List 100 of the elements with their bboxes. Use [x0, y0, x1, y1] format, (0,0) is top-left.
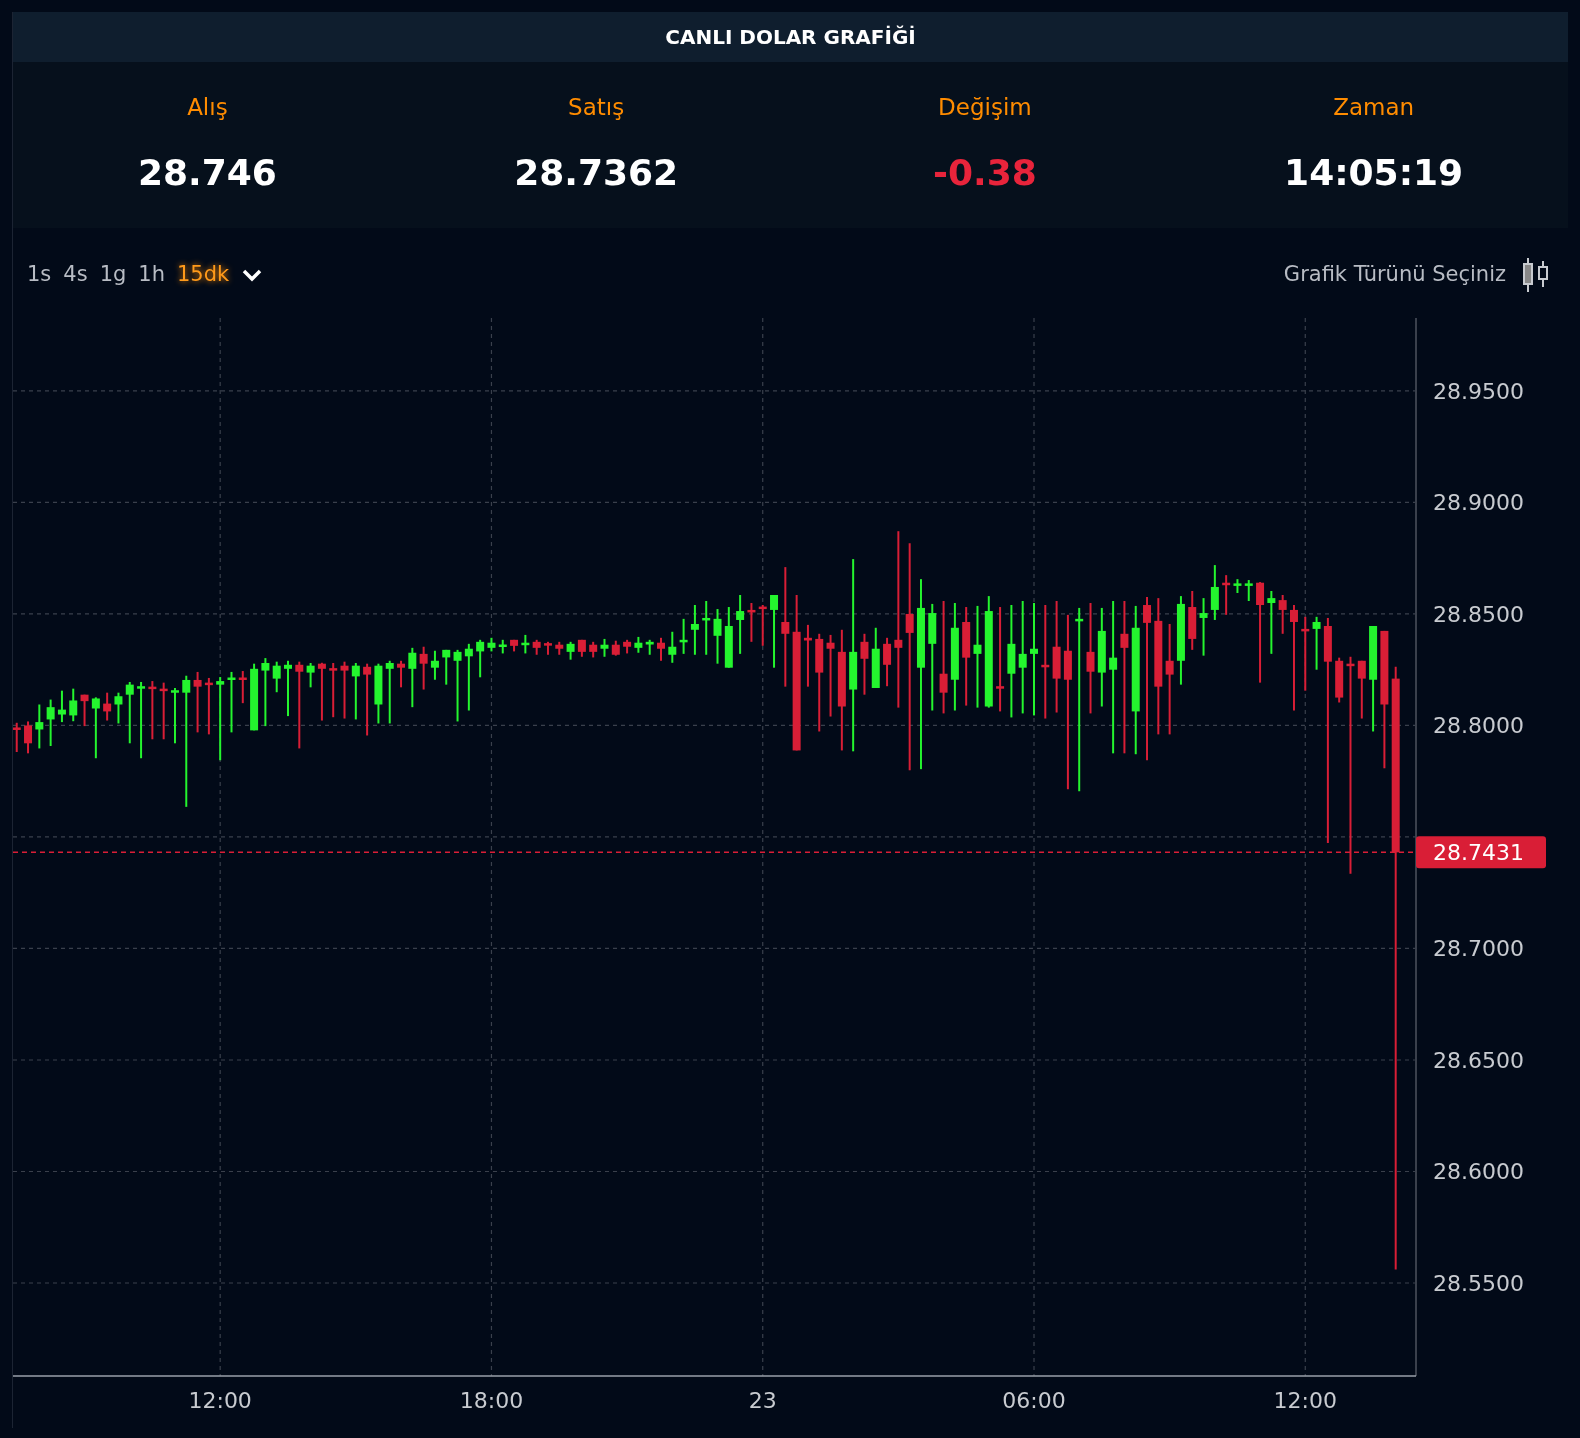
candle — [1278, 594, 1287, 635]
candle — [114, 691, 123, 725]
candle — [657, 636, 665, 662]
candle — [758, 604, 767, 647]
candle — [803, 623, 812, 688]
candle — [1312, 615, 1321, 671]
candle — [1335, 656, 1344, 704]
candle — [464, 642, 473, 712]
candle — [713, 608, 722, 665]
stat-label: Değişim — [938, 92, 1032, 122]
candle — [702, 600, 711, 656]
candle — [611, 639, 620, 657]
candle — [442, 648, 451, 686]
candle — [690, 604, 699, 656]
axis-label: 28.7000 — [1433, 936, 1524, 962]
candle — [57, 689, 66, 724]
candle — [1222, 574, 1231, 616]
stat-label: Satış — [568, 92, 625, 122]
candle — [476, 638, 485, 679]
axis-label: 28.9000 — [1433, 490, 1524, 516]
candle — [645, 638, 654, 656]
candle — [1357, 659, 1366, 720]
candle — [340, 660, 349, 720]
candle — [566, 640, 575, 661]
chart-title: CANLI DOLAR GRAFİĞİ — [665, 24, 916, 51]
candle — [397, 659, 406, 689]
interval-tab[interactable]: 1s — [21, 259, 58, 291]
candle — [543, 640, 552, 656]
axis-label: 12:00 — [188, 1388, 252, 1413]
axis-label: 12:00 — [1273, 1388, 1337, 1413]
candle — [284, 659, 292, 718]
candle — [159, 681, 168, 741]
candle — [532, 638, 541, 656]
axis-label: 28.6500 — [1433, 1048, 1524, 1073]
axis-label: 28.5500 — [1433, 1271, 1524, 1296]
candle — [250, 662, 259, 732]
interval-tab[interactable]: 4s — [57, 259, 94, 291]
axis-label: 28.6000 — [1433, 1159, 1524, 1185]
candle — [317, 661, 326, 722]
candle — [1210, 564, 1219, 621]
stat-value: 28.7362 — [514, 151, 679, 196]
interval-tab[interactable]: 1h — [132, 259, 171, 291]
candle — [1233, 578, 1242, 594]
candle — [103, 691, 112, 722]
stat-value: -0.38 — [933, 151, 1037, 196]
axis-label: 18:00 — [459, 1388, 524, 1413]
candle — [80, 693, 89, 728]
axis-label: 06:00 — [1002, 1388, 1066, 1413]
chart-type-label[interactable]: Grafik Türünü Seçiniz — [1283, 259, 1506, 291]
candle — [193, 670, 202, 734]
candle — [227, 670, 236, 734]
candle — [589, 640, 598, 659]
stat-label: Zaman — [1333, 92, 1415, 122]
candle — [1267, 589, 1276, 655]
interval-tab[interactable]: 1g — [93, 259, 133, 291]
candlestick-icon[interactable] — [1522, 257, 1550, 293]
axis-label: 28.8500 — [1433, 601, 1524, 627]
candle — [634, 635, 643, 654]
candle — [408, 646, 417, 709]
candle — [430, 649, 439, 681]
axis-label: 28.8000 — [1433, 713, 1524, 739]
candle — [668, 630, 677, 664]
ref-line-label: 28.7431 — [1433, 840, 1524, 866]
candle — [419, 645, 428, 691]
candle — [498, 638, 507, 655]
stat-label: Alış — [187, 92, 228, 122]
candle — [1244, 579, 1253, 602]
candle — [13, 721, 21, 753]
price-tag: 28.7431 — [1416, 836, 1546, 869]
candle — [510, 638, 519, 653]
candle — [577, 638, 586, 658]
candle — [1199, 597, 1208, 657]
candle — [69, 687, 78, 723]
candle — [747, 602, 756, 643]
candle — [125, 680, 134, 745]
candle — [883, 636, 892, 688]
candle — [148, 680, 157, 741]
candle — [91, 696, 100, 760]
candle — [623, 638, 632, 655]
candle — [351, 662, 360, 721]
candle — [261, 657, 270, 728]
candle — [35, 703, 44, 750]
candle — [487, 636, 496, 653]
candle — [238, 670, 247, 705]
candle — [272, 660, 281, 694]
stat-value: 14:05:19 — [1284, 151, 1464, 196]
candle — [724, 606, 733, 669]
candle — [170, 687, 179, 745]
candle — [385, 659, 394, 725]
candle — [1188, 589, 1197, 651]
axis-label: 28.9500 — [1433, 378, 1524, 404]
chevron-down-icon[interactable] — [241, 267, 264, 283]
candle — [871, 626, 880, 689]
candle — [306, 662, 315, 689]
candle — [374, 662, 383, 725]
candle — [600, 637, 609, 658]
interval-tab[interactable]: 15dk — [171, 259, 236, 291]
stat-value: 28.746 — [137, 151, 277, 196]
candle — [555, 640, 564, 656]
candle — [329, 662, 338, 719]
